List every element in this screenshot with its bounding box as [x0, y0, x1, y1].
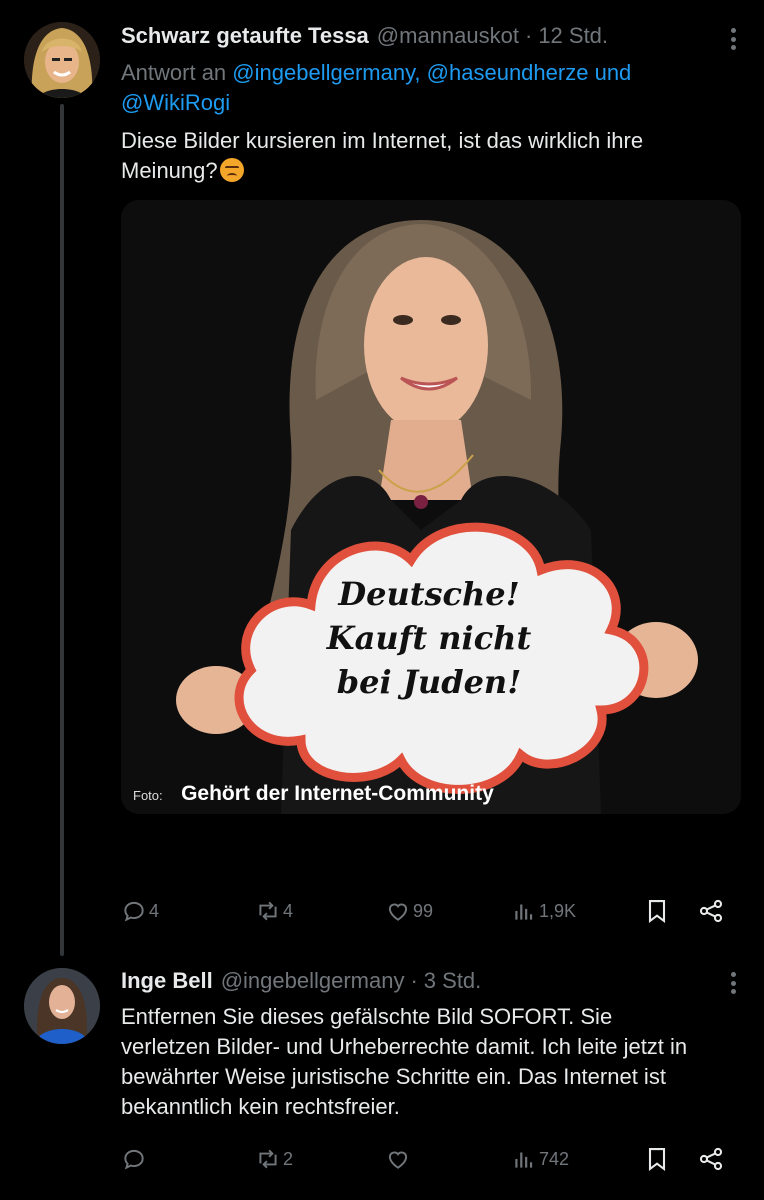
- sign-line: bei Juden!: [336, 663, 522, 701]
- tweet-text-line: Meinung?: [121, 158, 218, 183]
- timestamp[interactable]: 12 Std.: [538, 23, 608, 49]
- mention-ingebellgermany[interactable]: @ingebellgermany,: [232, 60, 420, 85]
- like-button[interactable]: 99: [385, 894, 433, 928]
- author-handle[interactable]: @ingebellgermany: [221, 968, 405, 994]
- repost-button[interactable]: 2: [255, 1142, 293, 1176]
- sign-line: Deutsche!: [338, 575, 520, 613]
- timestamp[interactable]: 3 Std.: [424, 968, 481, 994]
- author-name[interactable]: Schwarz getaufte Tessa: [121, 23, 369, 49]
- tweet-header: Inge Bell @ingebellgermany · 3 Std.: [121, 966, 481, 996]
- views-button[interactable]: 742: [511, 1142, 569, 1176]
- tweet-text-line: Entfernen Sie dieses gefälschte Bild SOF…: [121, 1004, 613, 1029]
- share-button[interactable]: [697, 1142, 725, 1176]
- reply-context: Antwort an @ingebellgermany, @haseundher…: [121, 58, 721, 118]
- sign-line: Kauft nicht: [326, 619, 532, 657]
- like-count: 99: [413, 900, 434, 921]
- credit-prefix: Foto:: [133, 788, 163, 803]
- share-icon: [699, 899, 723, 923]
- bookmark-icon: [648, 1148, 666, 1172]
- heart-icon: [388, 903, 408, 921]
- bookmark-icon: [648, 900, 666, 924]
- avatar-inge-bell[interactable]: [24, 968, 100, 1044]
- author-handle[interactable]: @mannauskot: [377, 23, 519, 49]
- tweet-text-line: bewährter Weise juristische Schritte ein…: [121, 1064, 666, 1089]
- angry-face-emoji-icon: [219, 158, 244, 182]
- header-separator: ·: [524, 23, 533, 48]
- views-count: 1,9K: [539, 900, 577, 921]
- tweet-image[interactable]: Deutsche! Kauft nicht bei Juden! Foto: G…: [121, 200, 741, 814]
- bookmark-button[interactable]: [643, 1142, 671, 1176]
- views-chart-icon: [515, 1152, 533, 1168]
- reply-button[interactable]: [121, 1142, 149, 1176]
- share-icon: [699, 1147, 723, 1171]
- tweet-text: Diese Bilder kursieren im Internet, ist …: [121, 126, 741, 186]
- like-button[interactable]: [385, 1142, 413, 1176]
- views-chart-icon: [515, 904, 533, 920]
- reply-count: 4: [149, 900, 160, 921]
- repost-icon: [259, 1149, 277, 1169]
- views-button[interactable]: 1,9K: [511, 894, 576, 928]
- reply-button[interactable]: 4: [121, 894, 159, 928]
- tweet-text-line: verletzen Bilder- und Urheberrechte dami…: [121, 1034, 688, 1059]
- header-separator: ·: [410, 968, 418, 993]
- reply-icon: [124, 901, 144, 922]
- thread-connector-line: [60, 104, 64, 956]
- image-credit: Foto: Gehört der Internet-Community: [133, 782, 494, 806]
- repost-button[interactable]: 4: [255, 894, 293, 928]
- tweet-1[interactable]: Schwarz getaufte Tessa @mannauskot · 12 …: [0, 0, 764, 960]
- heart-icon: [388, 1151, 408, 1169]
- more-options-icon[interactable]: [728, 24, 738, 54]
- reply-prefix: Antwort an: [121, 60, 227, 85]
- bookmark-button[interactable]: [643, 894, 671, 928]
- share-button[interactable]: [697, 894, 725, 928]
- repost-count: 2: [283, 1148, 294, 1169]
- mention-wikirogi[interactable]: @WikiRogi: [121, 90, 230, 115]
- reply-and: und: [594, 60, 632, 85]
- tweet-actions: 4 4 99 1,9K: [121, 894, 741, 928]
- more-options-icon[interactable]: [728, 968, 738, 998]
- sign-text: Deutsche! Kauft nicht bei Juden!: [279, 572, 579, 704]
- reply-icon: [124, 1149, 144, 1170]
- tweet-text-line: Diese Bilder kursieren im Internet, ist …: [121, 128, 644, 153]
- tweet-actions: 2 742: [121, 1142, 741, 1176]
- tweet-text: Entfernen Sie dieses gefälschte Bild SOF…: [121, 1002, 741, 1122]
- views-count: 742: [539, 1148, 570, 1169]
- avatar-tessa[interactable]: [24, 22, 100, 98]
- credit-text: Gehört der Internet-Community: [181, 782, 494, 805]
- author-name[interactable]: Inge Bell: [121, 968, 213, 994]
- tweet-text-line: bekanntlich kein rechtsfreier.: [121, 1094, 400, 1119]
- repost-icon: [259, 901, 277, 921]
- repost-count: 4: [283, 900, 294, 921]
- tweet-header: Schwarz getaufte Tessa @mannauskot · 12 …: [121, 21, 608, 51]
- mention-haseundherze[interactable]: @haseundherze: [427, 60, 589, 85]
